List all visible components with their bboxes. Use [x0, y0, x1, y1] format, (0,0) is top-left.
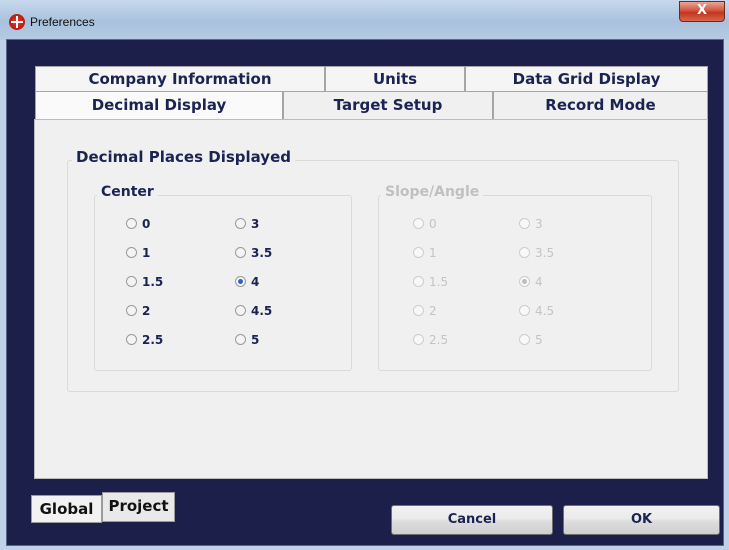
radio-button-icon — [413, 305, 424, 316]
center-radio-option[interactable]: 3 — [235, 217, 259, 235]
radio-button-icon — [413, 334, 424, 345]
slope-radio-option: 2 — [413, 304, 437, 322]
ok-button[interactable]: OK — [563, 505, 720, 535]
close-icon: X — [696, 3, 708, 18]
slope-radio-option: 5 — [519, 333, 543, 351]
preferences-window: Preferences X Company Information Units … — [0, 0, 729, 550]
radio-option-label: 2 — [429, 304, 437, 318]
radio-option-label: 3.5 — [251, 246, 273, 260]
decimal-places-title: Decimal Places Displayed — [72, 148, 295, 166]
radio-button-icon[interactable] — [126, 305, 137, 316]
radio-button-icon[interactable] — [126, 247, 137, 258]
radio-option-label: 4 — [535, 275, 543, 289]
radio-option-label: 3 — [535, 217, 543, 231]
radio-option-label: 0 — [142, 217, 151, 231]
radio-option-label: 2.5 — [429, 333, 449, 347]
slope-radio-option: 4 — [519, 275, 543, 293]
tab-project[interactable]: Project — [102, 492, 175, 522]
radio-button-icon[interactable] — [235, 218, 246, 229]
slope-angle-group: Slope/Angle 0 3 1 3.5 1.5 4 2 4.5 2.5 5 — [378, 184, 652, 371]
slope-radio-option: 0 — [413, 217, 437, 235]
radio-option-label: 4.5 — [251, 304, 273, 318]
radio-option-label: 0 — [429, 217, 437, 231]
center-radio-option[interactable]: 4.5 — [235, 304, 272, 322]
slope-radio-option: 3 — [519, 217, 543, 235]
radio-button-icon[interactable] — [235, 247, 246, 258]
title-bar[interactable]: Preferences X — [0, 0, 729, 40]
radio-button-icon — [413, 247, 424, 258]
radio-option-label: 4 — [251, 275, 260, 289]
center-radio-option[interactable]: 1.5 — [126, 275, 163, 293]
window-title: Preferences — [30, 15, 95, 29]
radio-option-label: 1 — [142, 246, 151, 260]
decimal-places-group: Decimal Places Displayed Center 0 3 1 3.5 1.… — [67, 148, 679, 392]
slope-radio-option: 3.5 — [519, 246, 554, 264]
center-radio-option[interactable]: 1 — [126, 246, 150, 264]
radio-button-icon — [519, 218, 530, 229]
radio-button-icon — [519, 334, 530, 345]
tab-decimal-display[interactable]: Decimal Display — [35, 91, 283, 122]
center-radio-option[interactable]: 5 — [235, 333, 259, 351]
tab-target-setup[interactable]: Target Setup — [283, 91, 493, 120]
radio-button-icon — [519, 247, 530, 258]
tab-record-mode[interactable]: Record Mode — [493, 91, 708, 120]
center-group-title: Center — [97, 184, 158, 200]
radio-button-icon[interactable] — [126, 276, 137, 287]
center-group: Center 0 3 1 3.5 1.5 4 2 4.5 2.5 5 — [94, 184, 352, 371]
slope-radio-option: 1.5 — [413, 275, 448, 293]
radio-option-label: 1 — [429, 246, 437, 260]
radio-option-label: 4.5 — [535, 304, 555, 318]
tab-company-information[interactable]: Company Information — [35, 66, 325, 91]
radio-button-icon — [519, 305, 530, 316]
slope-radio-option: 1 — [413, 246, 437, 264]
app-logo-icon — [9, 14, 25, 30]
slope-angle-group-title: Slope/Angle — [381, 184, 484, 200]
radio-button-icon[interactable] — [235, 305, 246, 316]
center-radio-option[interactable]: 2.5 — [126, 333, 163, 351]
radio-option-label: 1.5 — [142, 275, 164, 289]
radio-button-icon — [413, 276, 424, 287]
radio-button-icon[interactable] — [126, 218, 137, 229]
radio-button-icon[interactable] — [235, 334, 246, 345]
radio-button-icon — [413, 218, 424, 229]
tab-data-grid-display[interactable]: Data Grid Display — [465, 66, 708, 91]
center-radio-option[interactable]: 0 — [126, 217, 150, 235]
radio-option-label: 5 — [535, 333, 543, 347]
slope-radio-option: 4.5 — [519, 304, 554, 322]
radio-option-label: 2 — [142, 304, 151, 318]
center-radio-option[interactable]: 2 — [126, 304, 150, 322]
radio-button-icon[interactable] — [126, 334, 137, 345]
decimal-display-panel: Decimal Places Displayed Center 0 3 1 3.5 1.… — [34, 119, 708, 479]
tab-units[interactable]: Units — [325, 66, 465, 91]
radio-button-icon — [519, 276, 530, 287]
close-button[interactable]: X — [679, 1, 725, 22]
radio-option-label: 3 — [251, 217, 260, 231]
radio-option-label: 5 — [251, 333, 260, 347]
radio-option-label: 2.5 — [142, 333, 164, 347]
dialog-client-area: Company Information Units Data Grid Disp… — [6, 39, 724, 546]
slope-radio-option: 2.5 — [413, 333, 448, 351]
radio-option-label: 3.5 — [535, 246, 555, 260]
radio-button-icon[interactable] — [235, 276, 246, 287]
tab-global[interactable]: Global — [31, 495, 102, 523]
center-radio-option[interactable]: 4 — [235, 275, 259, 293]
radio-option-label: 1.5 — [429, 275, 449, 289]
cancel-button[interactable]: Cancel — [391, 505, 553, 535]
center-radio-option[interactable]: 3.5 — [235, 246, 272, 264]
